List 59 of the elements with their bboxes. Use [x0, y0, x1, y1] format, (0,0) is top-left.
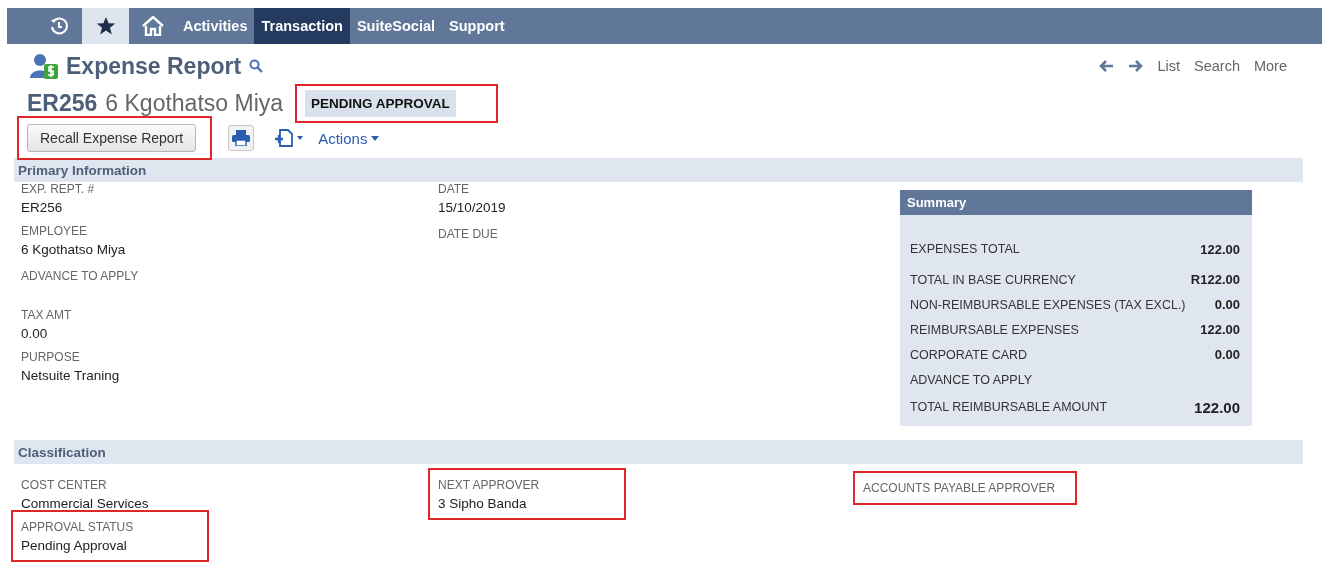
history-icon	[48, 16, 69, 36]
field-label: TAX AMT	[21, 308, 73, 324]
summary-value: 0.00	[1214, 347, 1240, 362]
field-value: 3 Sipho Banda	[438, 496, 528, 513]
summary-value: 0.00	[1214, 297, 1240, 312]
caret-icon	[371, 135, 380, 141]
field-label: ACCOUNTS PAYABLE APPROVER	[863, 481, 1056, 497]
field-value: 6 Kgothatso Miya	[21, 242, 127, 259]
header-link[interactable]: More	[1253, 58, 1287, 74]
expense-user-icon	[30, 52, 60, 80]
summary-label: CORPORATE CARD	[910, 347, 1028, 362]
nav-icon-tab[interactable]	[82, 8, 129, 44]
nav-tab[interactable]: Transaction	[254, 8, 350, 44]
field-label: DATE	[438, 182, 471, 198]
header-link[interactable]: List	[1157, 58, 1180, 74]
nav-tab[interactable]: SuiteSocial	[349, 8, 443, 44]
field-label: EMPLOYEE	[21, 224, 89, 240]
summary-label: ADVANCE TO APPLY	[910, 372, 1033, 387]
summary-label: TOTAL IN BASE CURRENCY	[910, 272, 1076, 287]
field-value: Netsuite Traning	[21, 368, 121, 385]
record-number: ER256	[27, 89, 98, 117]
print-button[interactable]	[228, 125, 255, 151]
summary-label: TOTAL REIMBURSABLE AMOUNT	[910, 400, 1108, 414]
summary-label: REIMBURSABLE EXPENSES	[910, 322, 1079, 337]
search-icon[interactable]	[249, 59, 264, 73]
header-link[interactable]: Search	[1194, 58, 1240, 74]
field-value: Commercial Services	[21, 496, 150, 513]
summary-label: EXPENSES TOTAL	[910, 242, 1020, 256]
field-value: ER256	[21, 200, 64, 217]
actions-menu[interactable]: Actions	[318, 129, 380, 147]
home-icon	[141, 16, 164, 36]
summary-value: 122.00	[1194, 398, 1240, 416]
field-label: COST CENTER	[21, 478, 108, 494]
field-label: NEXT APPROVER	[438, 478, 541, 494]
field-value: 0.00	[21, 326, 49, 343]
section-title: Primary Information	[18, 162, 147, 178]
summary-value: 122.00	[1200, 322, 1240, 337]
back-arrow-icon[interactable]	[1099, 60, 1115, 72]
forward-arrow-icon[interactable]	[1128, 60, 1144, 72]
summary-label: NON-REIMBURSABLE EXPENSES (TAX EXCL.)	[910, 297, 1186, 312]
field-value: 15/10/2019	[438, 200, 507, 217]
page-title: Expense Report	[66, 52, 242, 80]
field-label: ADVANCE TO APPLY	[21, 269, 140, 285]
status-badge: PENDING APPROVAL	[305, 89, 456, 117]
star-icon	[95, 16, 116, 36]
recall-button[interactable]: Recall Expense Report	[27, 124, 197, 152]
nav-tab[interactable]: Support	[442, 8, 512, 44]
summary-value: R122.00	[1190, 272, 1240, 287]
field-value: Pending Approval	[21, 538, 128, 555]
new-document-button[interactable]	[274, 128, 305, 148]
section-title: Classification	[18, 444, 106, 460]
summary-value: 122.00	[1200, 241, 1240, 257]
field-label: DATE DUE	[438, 227, 499, 243]
field-label: EXP. REPT. #	[21, 182, 96, 198]
field-label: APPROVAL STATUS	[21, 520, 135, 536]
record-name: 6 Kgothatso Miya	[105, 89, 284, 117]
nav-tab[interactable]: Activities	[176, 8, 255, 44]
summary-title: Summary	[900, 190, 1252, 215]
field-label: PURPOSE	[21, 350, 81, 366]
